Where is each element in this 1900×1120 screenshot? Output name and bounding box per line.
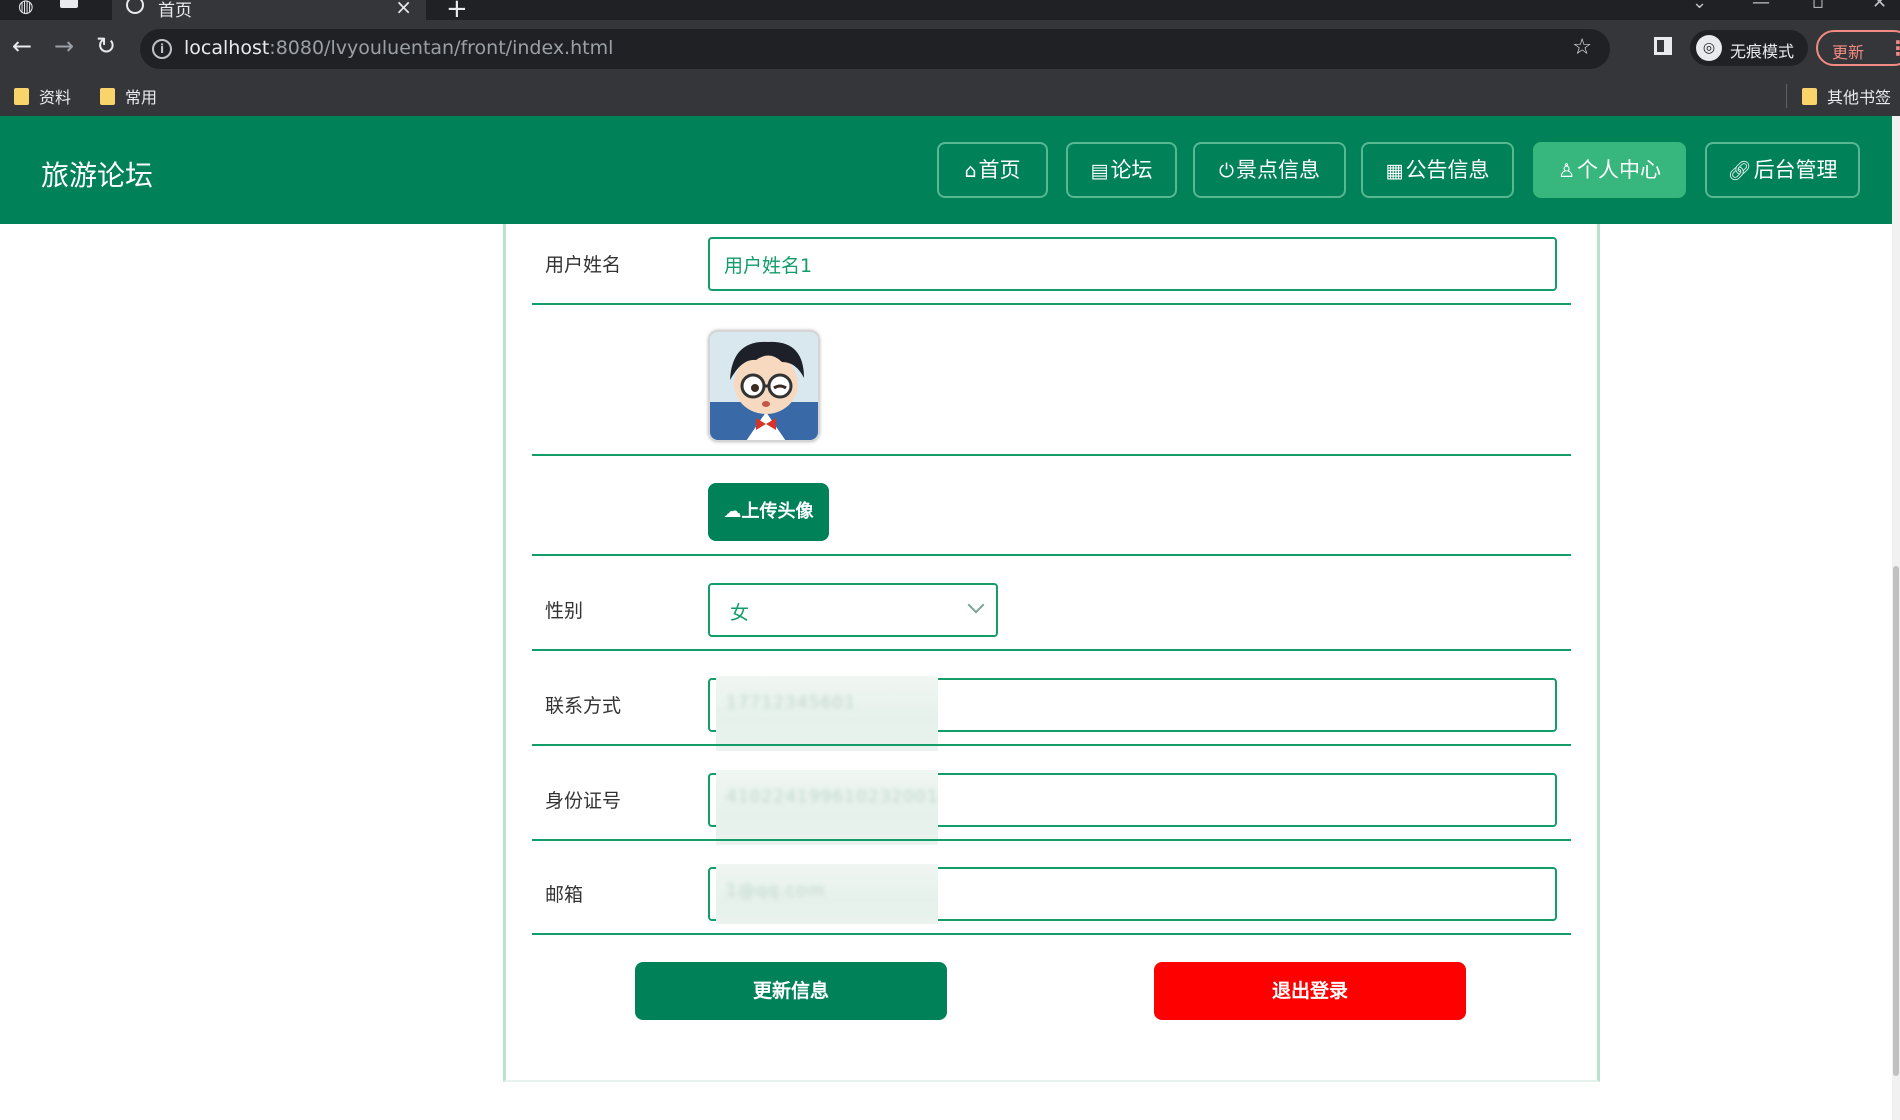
restore-icon[interactable]: ▫ <box>1812 0 1824 13</box>
site-brand: 旅游论坛 <box>41 159 154 192</box>
bookmark-star-icon[interactable]: ☆ <box>1572 35 1592 60</box>
profile-panel <box>503 224 1600 1082</box>
phone-label: 联系方式 <box>545 695 622 717</box>
incognito-icon: ◎ <box>1696 35 1722 61</box>
phone-value: 17712345601 <box>726 693 856 713</box>
tab-close-icon[interactable]: × <box>395 0 412 19</box>
avatar-image <box>708 330 820 442</box>
bookmark-divider <box>1786 84 1787 108</box>
gender-value: 女 <box>730 602 750 624</box>
upload-label: 上传头像 <box>741 501 814 522</box>
back-arrow-icon[interactable]: ← <box>12 34 32 58</box>
row-divider <box>532 303 1571 305</box>
row-divider <box>532 454 1571 456</box>
update-info-button[interactable]: 更新信息 <box>635 962 947 1020</box>
email-redaction: 1@qq.com <box>716 864 938 924</box>
cloud-upload-icon: ☁ <box>723 501 742 522</box>
window-close-icon[interactable]: ✕ <box>1872 0 1887 13</box>
tab-search-chevron-icon[interactable]: ⌄ <box>1692 0 1707 13</box>
row-divider <box>532 839 1571 841</box>
nav-forum[interactable]: ▤论坛 <box>1066 142 1177 198</box>
name-label: 用户姓名 <box>545 254 622 276</box>
idcard-label: 身份证号 <box>545 790 622 812</box>
page-root: ◍ 首页 × + ⌄ — ▫ ✕ ← → ↻ i localhost:8080/… <box>0 0 1900 1120</box>
tab-favicon-icon <box>126 0 144 14</box>
bookmark-label: 资料 <box>39 88 72 107</box>
user-icon: ♙ <box>1557 160 1576 182</box>
folder-icon <box>14 88 29 105</box>
forward-arrow-icon[interactable]: → <box>54 34 74 58</box>
gender-label: 性别 <box>545 600 584 622</box>
nav-label: 公告信息 <box>1405 158 1490 182</box>
nav-admin[interactable]: 🔗︎后台管理 <box>1705 142 1860 198</box>
row-divider <box>532 744 1571 746</box>
link-icon: 🔗︎ <box>1727 160 1752 182</box>
tab-search-icon[interactable]: ◍ <box>18 0 34 16</box>
site-header: 旅游论坛 ⌂首页 ▤论坛 ⏻景点信息 ▦公告信息 ♙个人中心 🔗︎后台管理 <box>0 116 1892 224</box>
tab-window-icon[interactable] <box>60 0 78 8</box>
incognito-label: 无痕模式 <box>1730 42 1795 61</box>
other-bookmarks[interactable]: 其他书签 <box>1802 84 1891 108</box>
site-info-icon[interactable]: i <box>152 39 172 59</box>
idcard-redaction: 410224199610232001 <box>716 770 938 845</box>
update-label: 更新 <box>1832 43 1865 62</box>
browser-tabstrip: ◍ 首页 × + ⌄ — ▫ ✕ <box>0 0 1900 24</box>
phone-redaction: 17712345601 <box>716 676 938 751</box>
nav-announcements[interactable]: ▦公告信息 <box>1361 142 1514 198</box>
url-path: :8080/lvyouluentan/front/index.html <box>269 37 614 59</box>
nav-label: 首页 <box>978 158 1021 182</box>
nav-attractions[interactable]: ⏻景点信息 <box>1193 142 1346 198</box>
folder-icon <box>1802 88 1817 105</box>
url-host: localhost <box>184 37 270 59</box>
browser-tab-active[interactable]: 首页 × <box>112 0 426 21</box>
grid-icon: ▦ <box>1385 160 1404 182</box>
document-icon: ▤ <box>1090 160 1109 182</box>
gender-select[interactable]: 女 <box>708 583 998 637</box>
bookmark-label: 常用 <box>125 88 158 107</box>
email-value: 1@qq.com <box>726 881 826 901</box>
scrollbar-thumb[interactable] <box>1893 566 1899 1076</box>
avatar-illustration <box>710 332 818 440</box>
nav-label: 论坛 <box>1110 158 1153 182</box>
tab-title: 首页 <box>158 1 192 21</box>
upload-avatar-button[interactable]: ☁上传头像 <box>708 483 829 541</box>
address-bar[interactable]: i localhost:8080/lvyouluentan/front/inde… <box>140 29 1610 69</box>
page-scrollbar[interactable] <box>1892 116 1900 1120</box>
nav-label: 景点信息 <box>1236 158 1321 182</box>
email-label: 邮箱 <box>545 884 584 906</box>
nav-label: 后台管理 <box>1753 158 1838 182</box>
minimize-icon[interactable]: — <box>1752 0 1770 13</box>
row-divider <box>532 649 1571 651</box>
bookmark-folder-ziliao[interactable]: 资料 <box>14 84 71 108</box>
row-divider <box>532 933 1571 935</box>
idcard-value: 410224199610232001 <box>726 787 939 807</box>
nav-personal-center[interactable]: ♙个人中心 <box>1533 142 1686 198</box>
address-url[interactable]: localhost:8080/lvyouluentan/front/index.… <box>184 37 613 59</box>
incognito-badge[interactable]: ◎ 无痕模式 <box>1690 30 1808 66</box>
bookmarks-bar: 资料 常用 其他书签 <box>0 76 1900 116</box>
nav-label: 个人中心 <box>1577 158 1662 182</box>
logout-button[interactable]: 退出登录 <box>1154 962 1466 1020</box>
menu-dots-icon[interactable]: ⋮ <box>1888 36 1900 60</box>
chevron-down-icon <box>967 596 985 614</box>
side-panel-icon[interactable] <box>1654 37 1672 55</box>
row-divider <box>532 554 1571 556</box>
reload-icon[interactable]: ↻ <box>96 34 116 58</box>
other-bookmarks-label: 其他书签 <box>1827 88 1892 107</box>
update-button[interactable]: 更新 ⋮ <box>1816 30 1900 66</box>
name-input[interactable] <box>708 237 1557 291</box>
bookmark-folder-changyong[interactable]: 常用 <box>100 84 157 108</box>
nav-home[interactable]: ⌂首页 <box>937 142 1048 198</box>
folder-icon <box>100 88 115 105</box>
home-icon: ⌂ <box>964 160 977 182</box>
power-icon: ⏻ <box>1218 160 1235 182</box>
